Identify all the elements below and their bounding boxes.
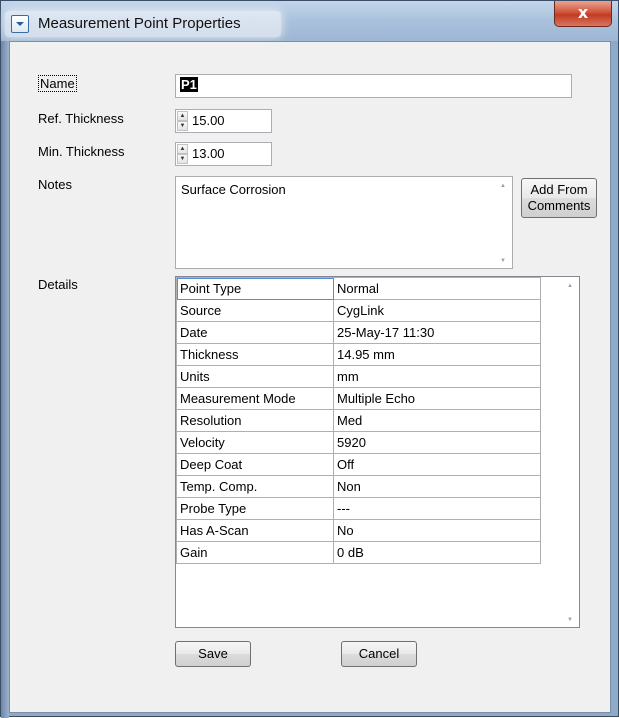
add-from-comments-line2: Comments [527,198,591,213]
detail-key[interactable]: Velocity [176,431,334,454]
detail-value[interactable]: Off [333,453,541,476]
detail-value[interactable]: 25-May-17 11:30 [333,321,541,344]
detail-key[interactable]: Has A-Scan [176,519,334,542]
title-bar[interactable]: Measurement Point Properties x [1,1,618,41]
detail-key[interactable]: Units [176,365,334,388]
table-row[interactable]: Has A-Scan No [176,519,541,542]
name-label-text: Name [38,75,77,92]
save-button-label: Save [198,646,228,661]
table-row[interactable]: Date 25-May-17 11:30 [176,321,541,344]
scroll-down-icon[interactable]: ▼ [500,258,506,264]
spin-up-icon[interactable]: ▲ [177,111,188,121]
details-table: Point Type Normal Source CygLink Date 25… [176,277,541,564]
cancel-button-label: Cancel [358,646,400,661]
detail-key[interactable]: Resolution [176,409,334,432]
detail-value[interactable]: 0 dB [333,541,541,564]
cancel-button[interactable]: Cancel [341,641,417,667]
add-from-comments-line1: Add From [530,182,588,197]
spin-down-icon[interactable]: ▼ [177,121,188,131]
table-row[interactable]: Thickness 14.95 mm [176,343,541,366]
spin-down-icon[interactable]: ▼ [177,154,188,164]
detail-key[interactable]: Date [176,321,334,344]
notes-textarea[interactable]: Surface Corrosion ▲ ▼ [175,176,513,269]
detail-value[interactable]: --- [333,497,541,520]
ref-thickness-stepper[interactable]: ▲ ▼ 15.00 [175,109,272,133]
details-label: Details [38,277,78,292]
table-row[interactable]: Resolution Med [176,409,541,432]
name-input-value: P1 [180,77,198,92]
window-title: Measurement Point Properties [38,15,241,32]
table-row[interactable]: Velocity 5920 [176,431,541,454]
detail-key[interactable]: Source [176,299,334,322]
table-row[interactable]: Temp. Comp. Non [176,475,541,498]
min-thickness-value: 13.00 [192,146,225,161]
details-scrollbar[interactable]: ▲ ▼ [562,277,579,627]
notes-label: Notes [38,177,72,192]
save-button[interactable]: Save [175,641,251,667]
scroll-up-icon[interactable]: ▲ [500,183,506,189]
ref-thickness-value: 15.00 [192,113,225,128]
detail-key[interactable]: Thickness [176,343,334,366]
ref-thickness-label: Ref. Thickness [38,111,124,126]
detail-value[interactable]: 5920 [333,431,541,454]
add-from-comments-button[interactable]: Add From Comments [521,178,597,218]
detail-value[interactable]: mm [333,365,541,388]
table-row[interactable]: Measurement Mode Multiple Echo [176,387,541,410]
detail-value[interactable]: Med [333,409,541,432]
detail-key[interactable]: Point Type [176,277,334,300]
detail-value[interactable]: Multiple Echo [333,387,541,410]
dialog-body: Name P1 Ref. Thickness ▲ ▼ 15.00 Min. Th… [9,41,611,713]
name-label: Name [38,75,77,92]
close-button[interactable]: x [554,1,612,27]
window-frame-left [1,41,9,718]
table-row[interactable]: Gain 0 dB [176,541,541,564]
detail-value[interactable]: Normal [333,277,541,300]
min-thickness-label: Min. Thickness [38,144,125,159]
detail-value[interactable]: Non [333,475,541,498]
scroll-up-icon[interactable]: ▲ [567,283,573,289]
scroll-down-icon[interactable]: ▼ [567,617,573,623]
detail-value[interactable]: No [333,519,541,542]
detail-key[interactable]: Measurement Mode [176,387,334,410]
dialog-window: Measurement Point Properties x Name P1 R… [0,0,619,718]
detail-key[interactable]: Probe Type [176,497,334,520]
detail-value[interactable]: 14.95 mm [333,343,541,366]
detail-value[interactable]: CygLink [333,299,541,322]
details-grid[interactable]: Point Type Normal Source CygLink Date 25… [175,276,580,628]
detail-key[interactable]: Temp. Comp. [176,475,334,498]
notes-value: Surface Corrosion [181,182,286,197]
min-thickness-stepper[interactable]: ▲ ▼ 13.00 [175,142,272,166]
app-icon[interactable] [11,15,29,33]
table-row[interactable]: Units mm [176,365,541,388]
table-row[interactable]: Point Type Normal [176,277,541,300]
ref-thickness-arrows: ▲ ▼ [177,111,188,131]
name-input[interactable]: P1 [175,74,572,98]
table-row[interactable]: Probe Type --- [176,497,541,520]
detail-key[interactable]: Gain [176,541,334,564]
spin-up-icon[interactable]: ▲ [177,144,188,154]
min-thickness-arrows: ▲ ▼ [177,144,188,164]
detail-key[interactable]: Deep Coat [176,453,334,476]
table-row[interactable]: Source CygLink [176,299,541,322]
table-row[interactable]: Deep Coat Off [176,453,541,476]
